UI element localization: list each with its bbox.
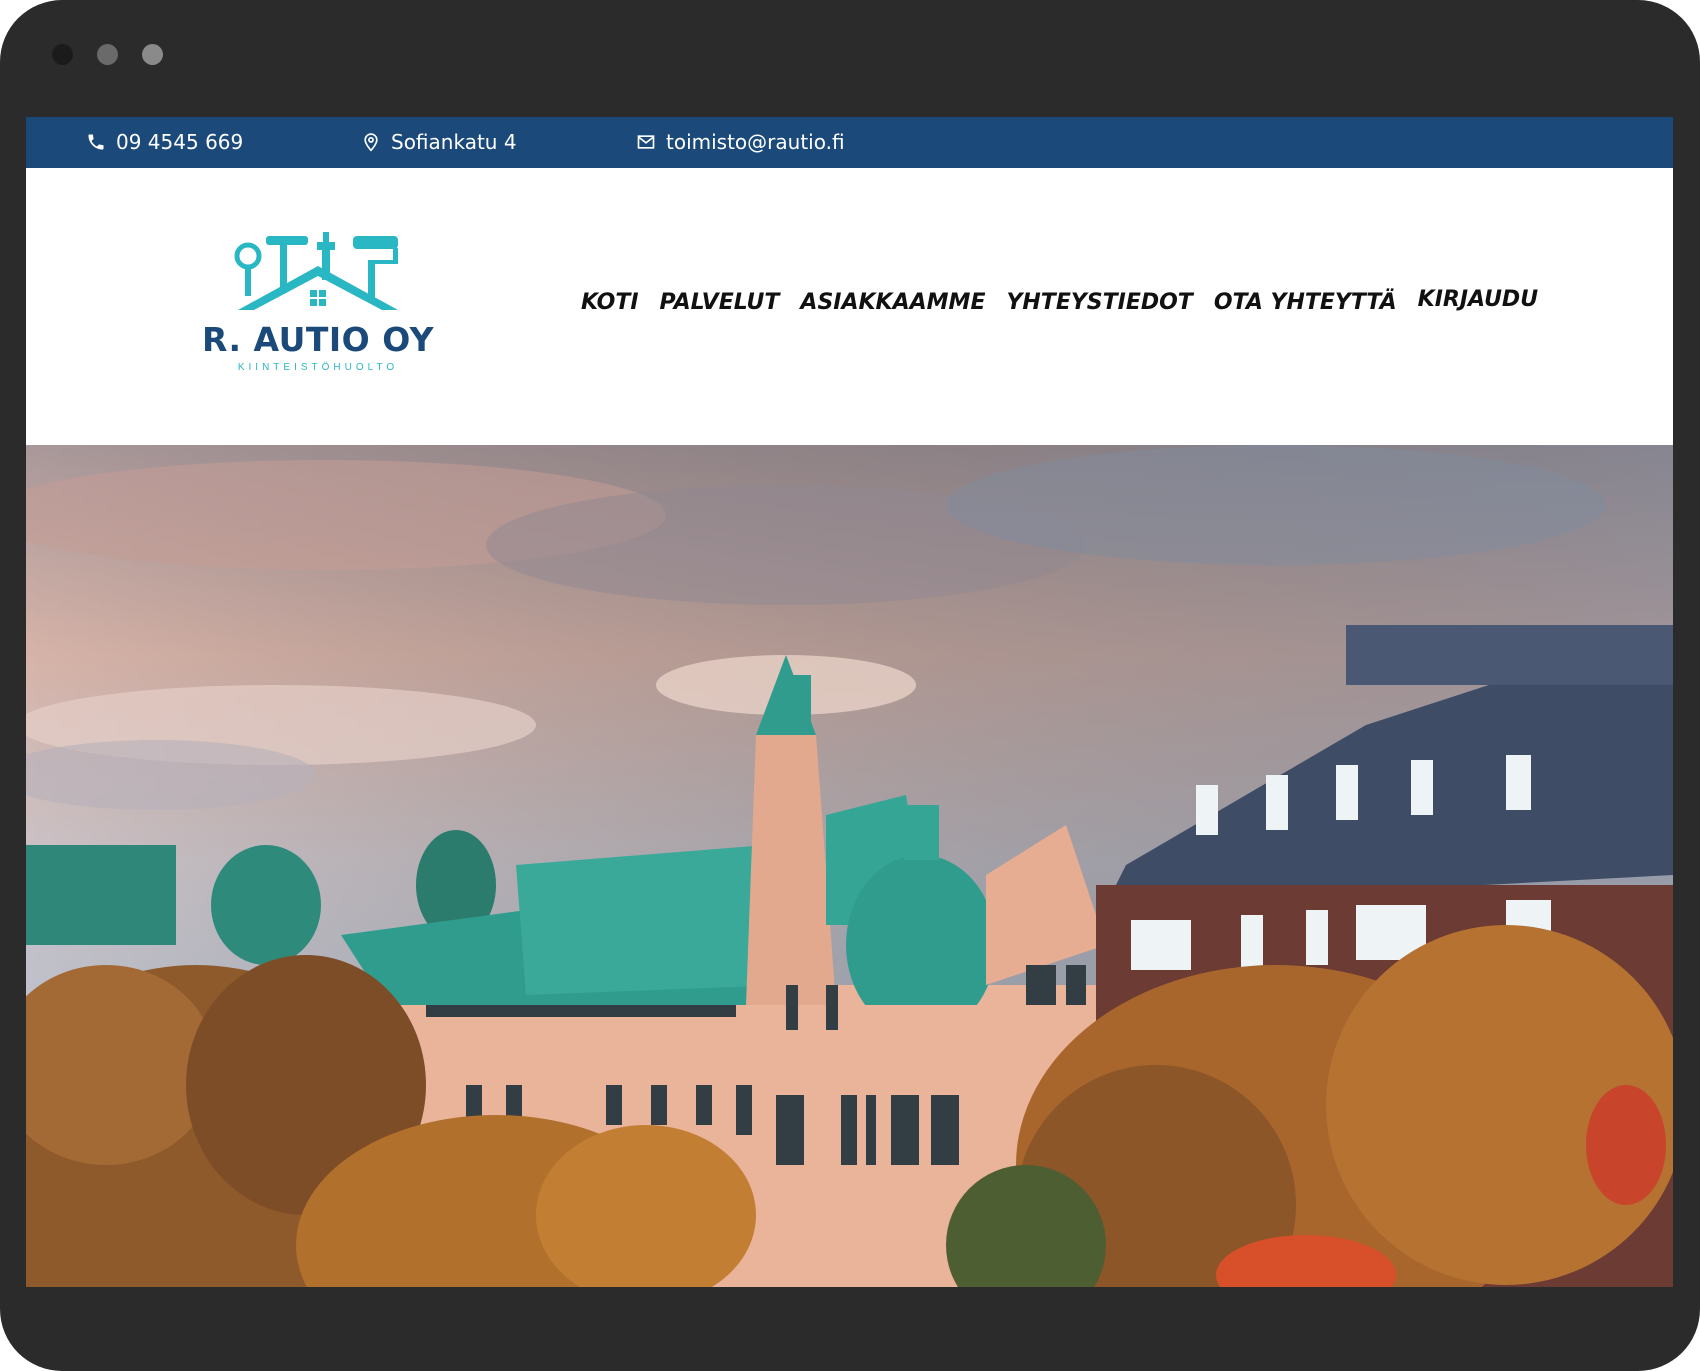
phone-icon: [88, 134, 104, 150]
minimize-window-dot[interactable]: [97, 44, 118, 65]
close-window-dot[interactable]: [52, 44, 73, 65]
window-controls: [52, 44, 163, 65]
browser-frame: 09 4545 669 Sofiankatu 4 toimisto@rautio…: [0, 0, 1700, 1371]
mail-icon: [637, 135, 655, 149]
main-navigation: KOTI PALVELUT ASIAKKAAMME YHTEYSTIEDOT O…: [581, 287, 1538, 315]
nav-asiakkaamme[interactable]: ASIAKKAAMME: [800, 290, 985, 315]
maximize-window-dot[interactable]: [142, 44, 163, 65]
nav-yhteystiedot[interactable]: YHTEYSTIEDOT: [1006, 290, 1192, 315]
email-contact[interactable]: toimisto@rautio.fi: [636, 130, 845, 154]
location-pin-icon: [364, 133, 378, 152]
address-text: Sofiankatu 4: [391, 130, 517, 154]
website-viewport: 09 4545 669 Sofiankatu 4 toimisto@rautio…: [26, 117, 1673, 1287]
nav-ota-yhteytta[interactable]: OTA YHTEYTTÄ: [1214, 290, 1397, 315]
email-address: toimisto@rautio.fi: [666, 130, 845, 154]
nav-koti[interactable]: KOTI: [581, 290, 639, 315]
company-logo[interactable]: R. AUTIO OY KIINTEISTÖHUOLTO: [198, 228, 438, 378]
contact-topbar: 09 4545 669 Sofiankatu 4 toimisto@rautio…: [26, 117, 1673, 168]
site-header: R. AUTIO OY KIINTEISTÖHUOLTO KOTI PALVEL…: [26, 168, 1673, 445]
nav-palvelut[interactable]: PALVELUT: [660, 290, 780, 315]
nav-kirjaudu[interactable]: KIRJAUDU: [1418, 287, 1538, 315]
address-contact[interactable]: Sofiankatu 4: [361, 130, 517, 154]
company-tagline: KIINTEISTÖHUOLTO: [237, 362, 399, 373]
house-tools-logo-icon: [234, 232, 398, 310]
hero-cityscape-picture: [26, 445, 1673, 1287]
hero-image: [26, 445, 1673, 1287]
phone-number: 09 4545 669: [116, 130, 244, 154]
company-name: R. AUTIO OY: [202, 320, 434, 359]
phone-contact[interactable]: 09 4545 669: [86, 130, 243, 154]
